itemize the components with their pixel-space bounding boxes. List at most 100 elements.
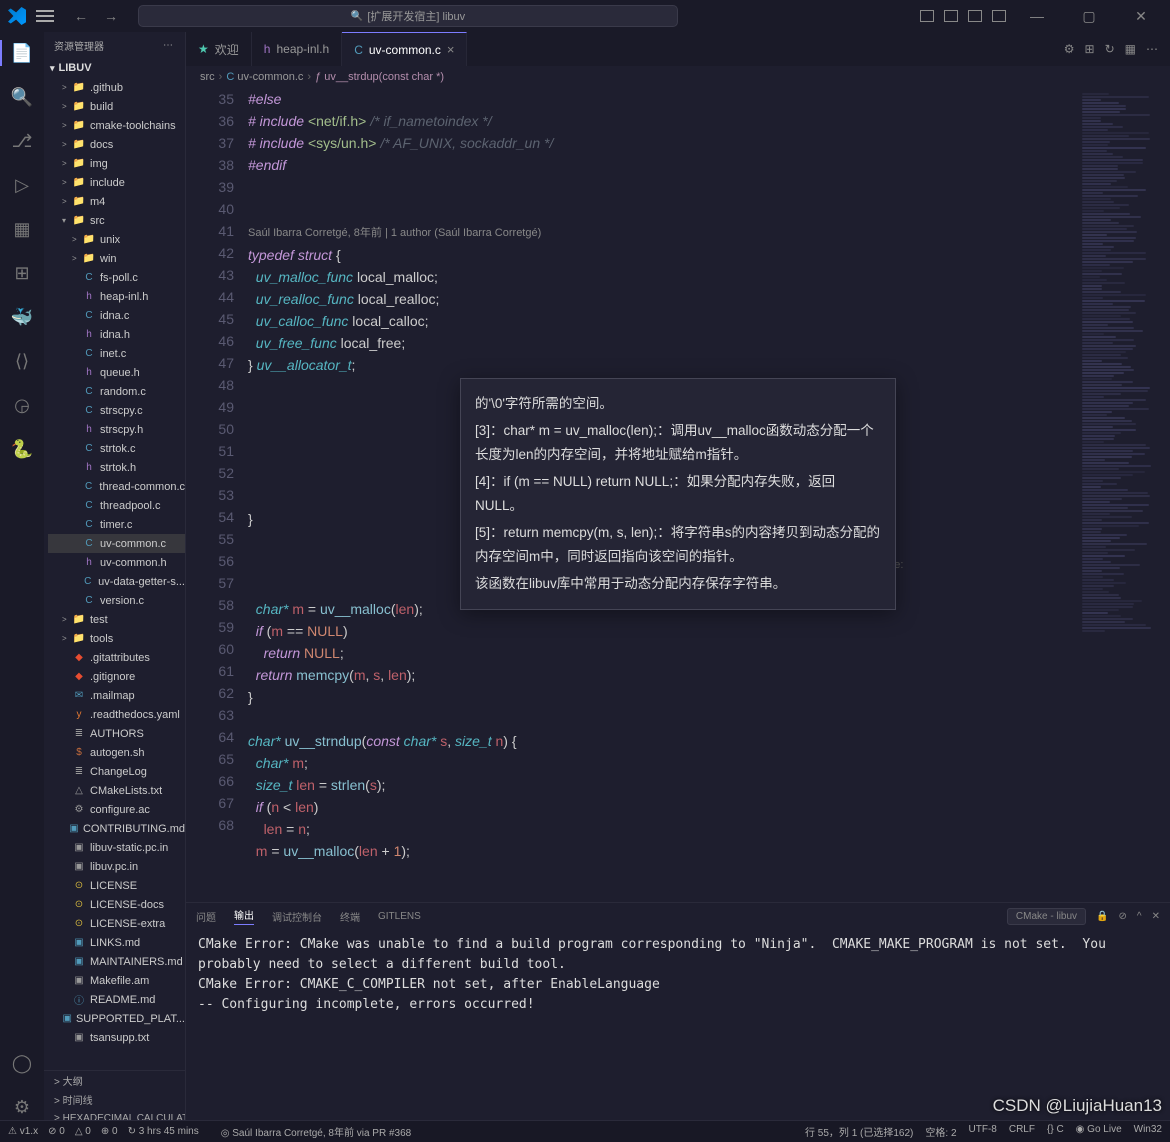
output-body[interactable]: CMake Error: CMake was unable to find a … [186,929,1170,1120]
outline-section[interactable]: > HEXADECIMAL CALCULATOR [44,1109,185,1120]
file-.gitignore[interactable]: ◆.gitignore [48,667,185,686]
layout-icon-3[interactable] [968,10,982,22]
file-LICENSE-docs[interactable]: ⊙LICENSE-docs [48,895,185,914]
file-timer.c[interactable]: Ctimer.c [48,515,185,534]
panel-tab-GITLENS[interactable]: GITLENS [378,911,421,922]
folder-.github[interactable]: >📁.github [48,78,185,97]
status-item[interactable]: UTF-8 [969,1124,997,1139]
nav-forward-button[interactable]: → [96,4,126,28]
command-center[interactable]: [扩展开发宿主] libuv [138,5,678,27]
workspace-root[interactable]: LIBUV [44,58,185,78]
file-AUTHORS[interactable]: ≣AUTHORS [48,724,185,743]
file-fs-poll.c[interactable]: Cfs-poll.c [48,268,185,287]
breadcrumb-item[interactable]: src [200,71,215,83]
window-minimize[interactable]: — [1016,8,1058,24]
file-strtok.c[interactable]: Cstrtok.c [48,439,185,458]
test-view-icon[interactable]: ⟨⟩ [9,348,35,374]
layout-icon-4[interactable] [992,10,1006,22]
panel-clear-icon[interactable]: ⊘ [1119,911,1127,922]
folder-tools[interactable]: >📁tools [48,629,185,648]
remote-view-icon[interactable]: ⊞ [9,260,35,286]
file-version.c[interactable]: Cversion.c [48,591,185,610]
file-inet.c[interactable]: Cinet.c [48,344,185,363]
file-LICENSE-extra[interactable]: ⊙LICENSE-extra [48,914,185,933]
folder-unix[interactable]: >📁unix [48,230,185,249]
file-random.c[interactable]: Crandom.c [48,382,185,401]
tab-tool-icon[interactable]: ▦ [1125,42,1136,56]
folder-img[interactable]: >📁img [48,154,185,173]
file-LICENSE[interactable]: ⊙LICENSE [48,876,185,895]
explorer-view-icon[interactable]: 📄 [9,40,35,66]
file-Makefile.am[interactable]: ▣Makefile.am [48,971,185,990]
window-close[interactable]: ✕ [1120,8,1162,25]
file-tsansupp.txt[interactable]: ▣tsansupp.txt [48,1028,185,1047]
folder-win[interactable]: >📁win [48,249,185,268]
status-blame[interactable]: ◎ Saúl Ibarra Corretgé, 8年前 via PR #368 [221,1124,411,1139]
search-view-icon[interactable]: 🔍 [9,84,35,110]
folder-m4[interactable]: >📁m4 [48,192,185,211]
status-item[interactable]: ⚠ v1.x [8,1126,38,1137]
breadcrumb[interactable]: src›C uv-common.c›ƒ uv__strdup(const cha… [186,66,1170,88]
outline-section[interactable]: > 时间线 [44,1090,185,1109]
file-uv-data-getter-s...[interactable]: Cuv-data-getter-s... [48,572,185,591]
file-.readthedocs.yaml[interactable]: y.readthedocs.yaml [48,705,185,724]
explorer-more-icon[interactable]: ⋯ [163,40,175,51]
file-libuv-static.pc.in[interactable]: ▣libuv-static.pc.in [48,838,185,857]
file-thread-common.c[interactable]: Cthread-common.c [48,477,185,496]
docker-view-icon[interactable]: 🐳 [9,304,35,330]
tab-tool-icon[interactable]: ⋯ [1146,42,1158,56]
folder-include[interactable]: >📁include [48,173,185,192]
file-threadpool.c[interactable]: Cthreadpool.c [48,496,185,515]
file-queue.h[interactable]: hqueue.h [48,363,185,382]
account-icon[interactable]: ◯ [9,1050,35,1076]
file-uv-common.h[interactable]: huv-common.h [48,553,185,572]
status-item[interactable]: {} C [1047,1124,1064,1139]
status-item[interactable]: 行 55，列 1 (已选择162) [805,1124,913,1139]
panel-close-icon[interactable]: ✕ [1152,911,1160,922]
layout-icon-1[interactable] [920,10,934,22]
panel-tab-终端[interactable]: 终端 [340,909,360,924]
file-CMakeLists.txt[interactable]: △CMakeLists.txt [48,781,185,800]
settings-gear-icon[interactable]: ⚙ [9,1094,35,1120]
file-idna.h[interactable]: hidna.h [48,325,185,344]
output-channel-select[interactable]: CMake - libuv [1007,908,1086,925]
tab-heap-inl.h[interactable]: hheap-inl.h [252,32,342,66]
tab-uv-common.c[interactable]: Cuv-common.c× [342,32,467,66]
python-icon[interactable]: 🐍 [9,436,35,462]
scm-view-icon[interactable]: ⎇ [9,128,35,154]
status-item[interactable]: Win32 [1134,1124,1162,1139]
file-strscpy.c[interactable]: Cstrscpy.c [48,401,185,420]
minimap[interactable] [1080,88,1170,902]
panel-lock-icon[interactable]: 🔒 [1096,911,1108,922]
hamburger-menu-icon[interactable] [36,15,54,17]
file-libuv.pc.in[interactable]: ▣libuv.pc.in [48,857,185,876]
file-autogen.sh[interactable]: $autogen.sh [48,743,185,762]
nav-back-button[interactable]: ← [66,4,96,28]
file-MAINTAINERS.md[interactable]: ▣MAINTAINERS.md [48,952,185,971]
file-configure.ac[interactable]: ⚙configure.ac [48,800,185,819]
file-ChangeLog[interactable]: ≣ChangeLog [48,762,185,781]
breadcrumb-item[interactable]: ƒ uv__strdup(const char *) [315,71,444,83]
outline-section[interactable]: > 大纲 [44,1071,185,1090]
status-item[interactable]: ◉ Go Live [1076,1124,1122,1139]
run-view-icon[interactable]: ▷ [9,172,35,198]
timeline-icon[interactable]: ◶ [9,392,35,418]
file-LINKS.md[interactable]: ▣LINKS.md [48,933,185,952]
folder-build[interactable]: >📁build [48,97,185,116]
status-item[interactable]: ⊕ 0 [101,1126,118,1137]
folder-test[interactable]: >📁test [48,610,185,629]
layout-icon-2[interactable] [944,10,958,22]
status-item[interactable]: ↻ 3 hrs 45 mins [128,1126,199,1137]
panel-tab-问题[interactable]: 问题 [196,909,216,924]
tab-tool-icon[interactable]: ⚙ [1064,42,1075,56]
file-.gitattributes[interactable]: ◆.gitattributes [48,648,185,667]
file-README.md[interactable]: ⓘREADME.md [48,990,185,1009]
folder-docs[interactable]: >📁docs [48,135,185,154]
file-heap-inl.h[interactable]: hheap-inl.h [48,287,185,306]
status-item[interactable]: ⊘ 0 [48,1126,65,1137]
status-item[interactable]: △ 0 [75,1126,91,1137]
file-idna.c[interactable]: Cidna.c [48,306,185,325]
panel-tab-输出[interactable]: 输出 [234,907,254,925]
file-strscpy.h[interactable]: hstrscpy.h [48,420,185,439]
tab-tool-icon[interactable]: ⊞ [1085,42,1095,56]
